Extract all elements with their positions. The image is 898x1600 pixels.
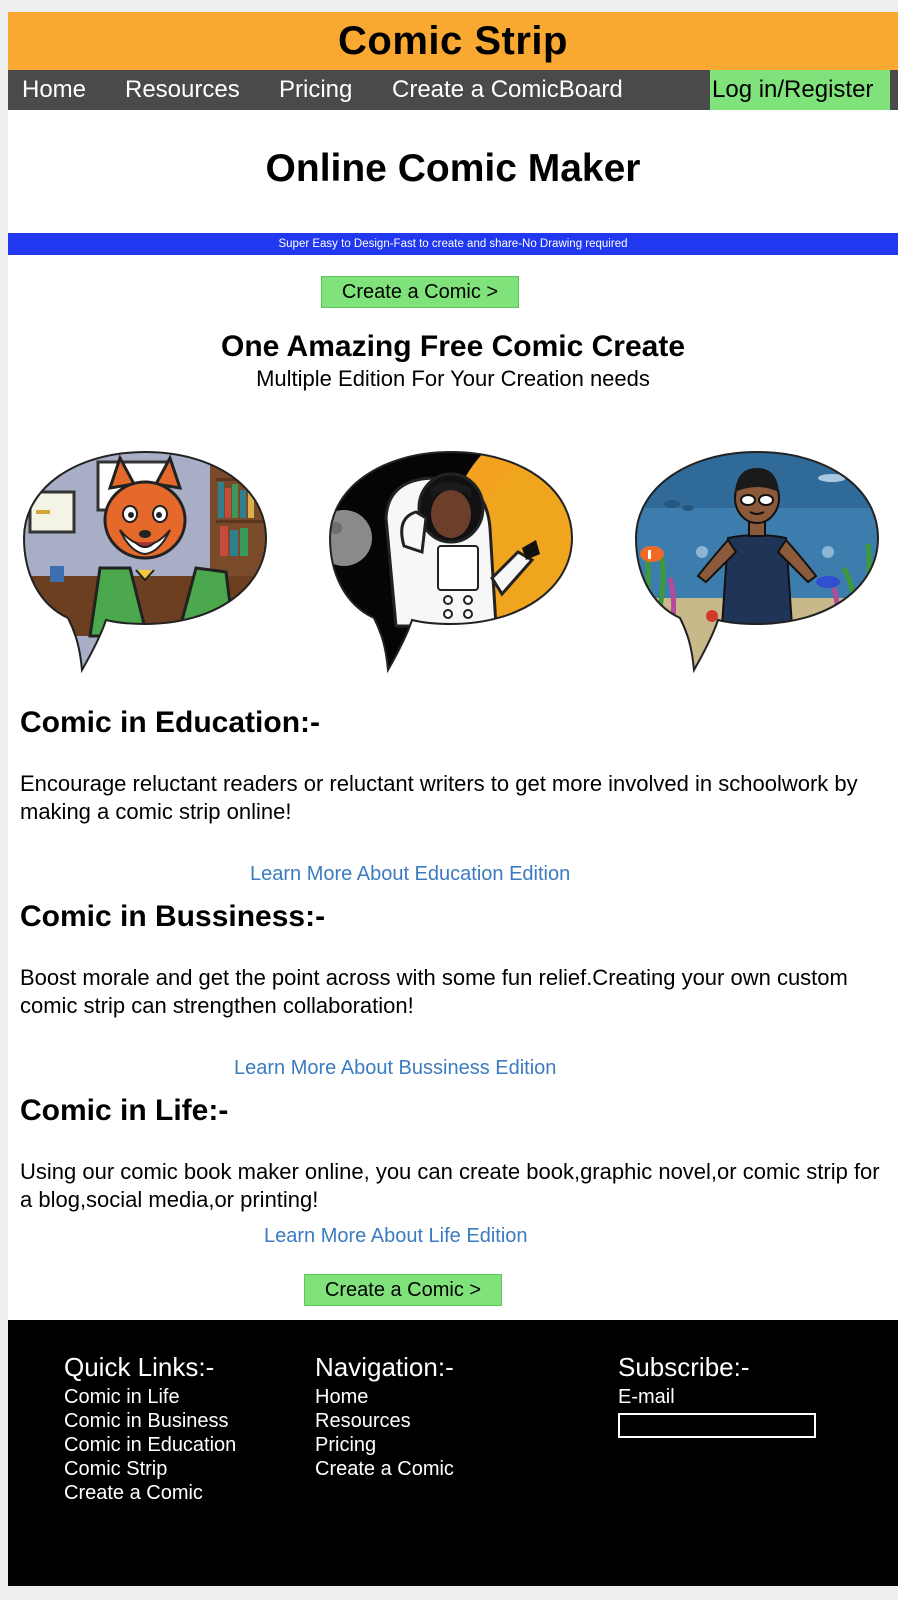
fox-teacher-illustration: [22, 450, 268, 674]
hero-title: Online Comic Maker: [265, 147, 641, 190]
navigation-column: Navigation:- Home Resources Pricing Crea…: [315, 1352, 454, 1481]
business-heading: Comic in Bussiness:-: [20, 900, 326, 933]
create-comic-button[interactable]: Create a Comic >: [321, 276, 519, 308]
site-title: Comic Strip: [338, 18, 568, 63]
education-heading: Comic in Education:-: [20, 706, 320, 739]
main-nav: Home Resources Pricing Create a ComicBoa…: [8, 70, 898, 110]
navigation-heading: Navigation:-: [315, 1352, 454, 1382]
footer-link-comic-in-business[interactable]: Comic in Business: [64, 1409, 236, 1433]
footer-link-comic-in-education[interactable]: Comic in Education: [64, 1433, 236, 1457]
intro-subtitle: Multiple Edition For Your Creation needs: [256, 366, 650, 391]
footer-nav-create-comic[interactable]: Create a Comic: [315, 1457, 454, 1481]
business-learn-more-link[interactable]: Learn More About Bussiness Edition: [234, 1057, 556, 1080]
footer-nav-pricing[interactable]: Pricing: [315, 1433, 454, 1457]
create-comic-bottom-button[interactable]: Create a Comic >: [304, 1274, 502, 1306]
life-text: Using our comic book maker online, you c…: [20, 1159, 880, 1212]
business-text: Boost morale and get the point across wi…: [20, 965, 848, 1018]
email-input[interactable]: [618, 1413, 816, 1438]
nav-resources[interactable]: Resources: [125, 70, 240, 110]
nav-home[interactable]: Home: [22, 70, 86, 110]
page: Comic Strip Home Resources Pricing Creat…: [8, 12, 898, 1586]
login-register-button[interactable]: Log in/Register: [710, 70, 890, 110]
education-text: Encourage reluctant readers or reluctant…: [20, 771, 858, 824]
subscribe-heading: Subscribe:-: [618, 1352, 750, 1382]
astronaut-illustration: [328, 450, 574, 674]
life-learn-more-link[interactable]: Learn More About Life Edition: [264, 1225, 528, 1248]
subscribe-column: Subscribe:- E-mail: [618, 1352, 816, 1438]
site-footer: Quick Links:- Comic in Life Comic in Bus…: [8, 1320, 898, 1586]
footer-link-comic-strip[interactable]: Comic Strip: [64, 1457, 236, 1481]
swimmer-illustration: [634, 450, 880, 674]
tagline-bar: Super Easy to Design-Fast to create and …: [8, 233, 898, 255]
footer-nav-home[interactable]: Home: [315, 1385, 454, 1409]
quick-links-column: Quick Links:- Comic in Life Comic in Bus…: [64, 1352, 236, 1505]
footer-link-create-comic[interactable]: Create a Comic: [64, 1481, 236, 1505]
footer-nav-resources[interactable]: Resources: [315, 1409, 454, 1433]
nav-create-comicboard[interactable]: Create a ComicBoard: [392, 70, 623, 110]
education-learn-more-link[interactable]: Learn More About Education Edition: [250, 863, 570, 886]
site-header: Comic Strip: [8, 12, 898, 70]
life-heading: Comic in Life:-: [20, 1094, 229, 1127]
email-label: E-mail: [618, 1386, 675, 1408]
quick-links-heading: Quick Links:-: [64, 1352, 215, 1382]
intro-title: One Amazing Free Comic Create: [220, 330, 686, 363]
nav-pricing[interactable]: Pricing: [279, 70, 352, 110]
footer-link-comic-in-life[interactable]: Comic in Life: [64, 1385, 236, 1409]
